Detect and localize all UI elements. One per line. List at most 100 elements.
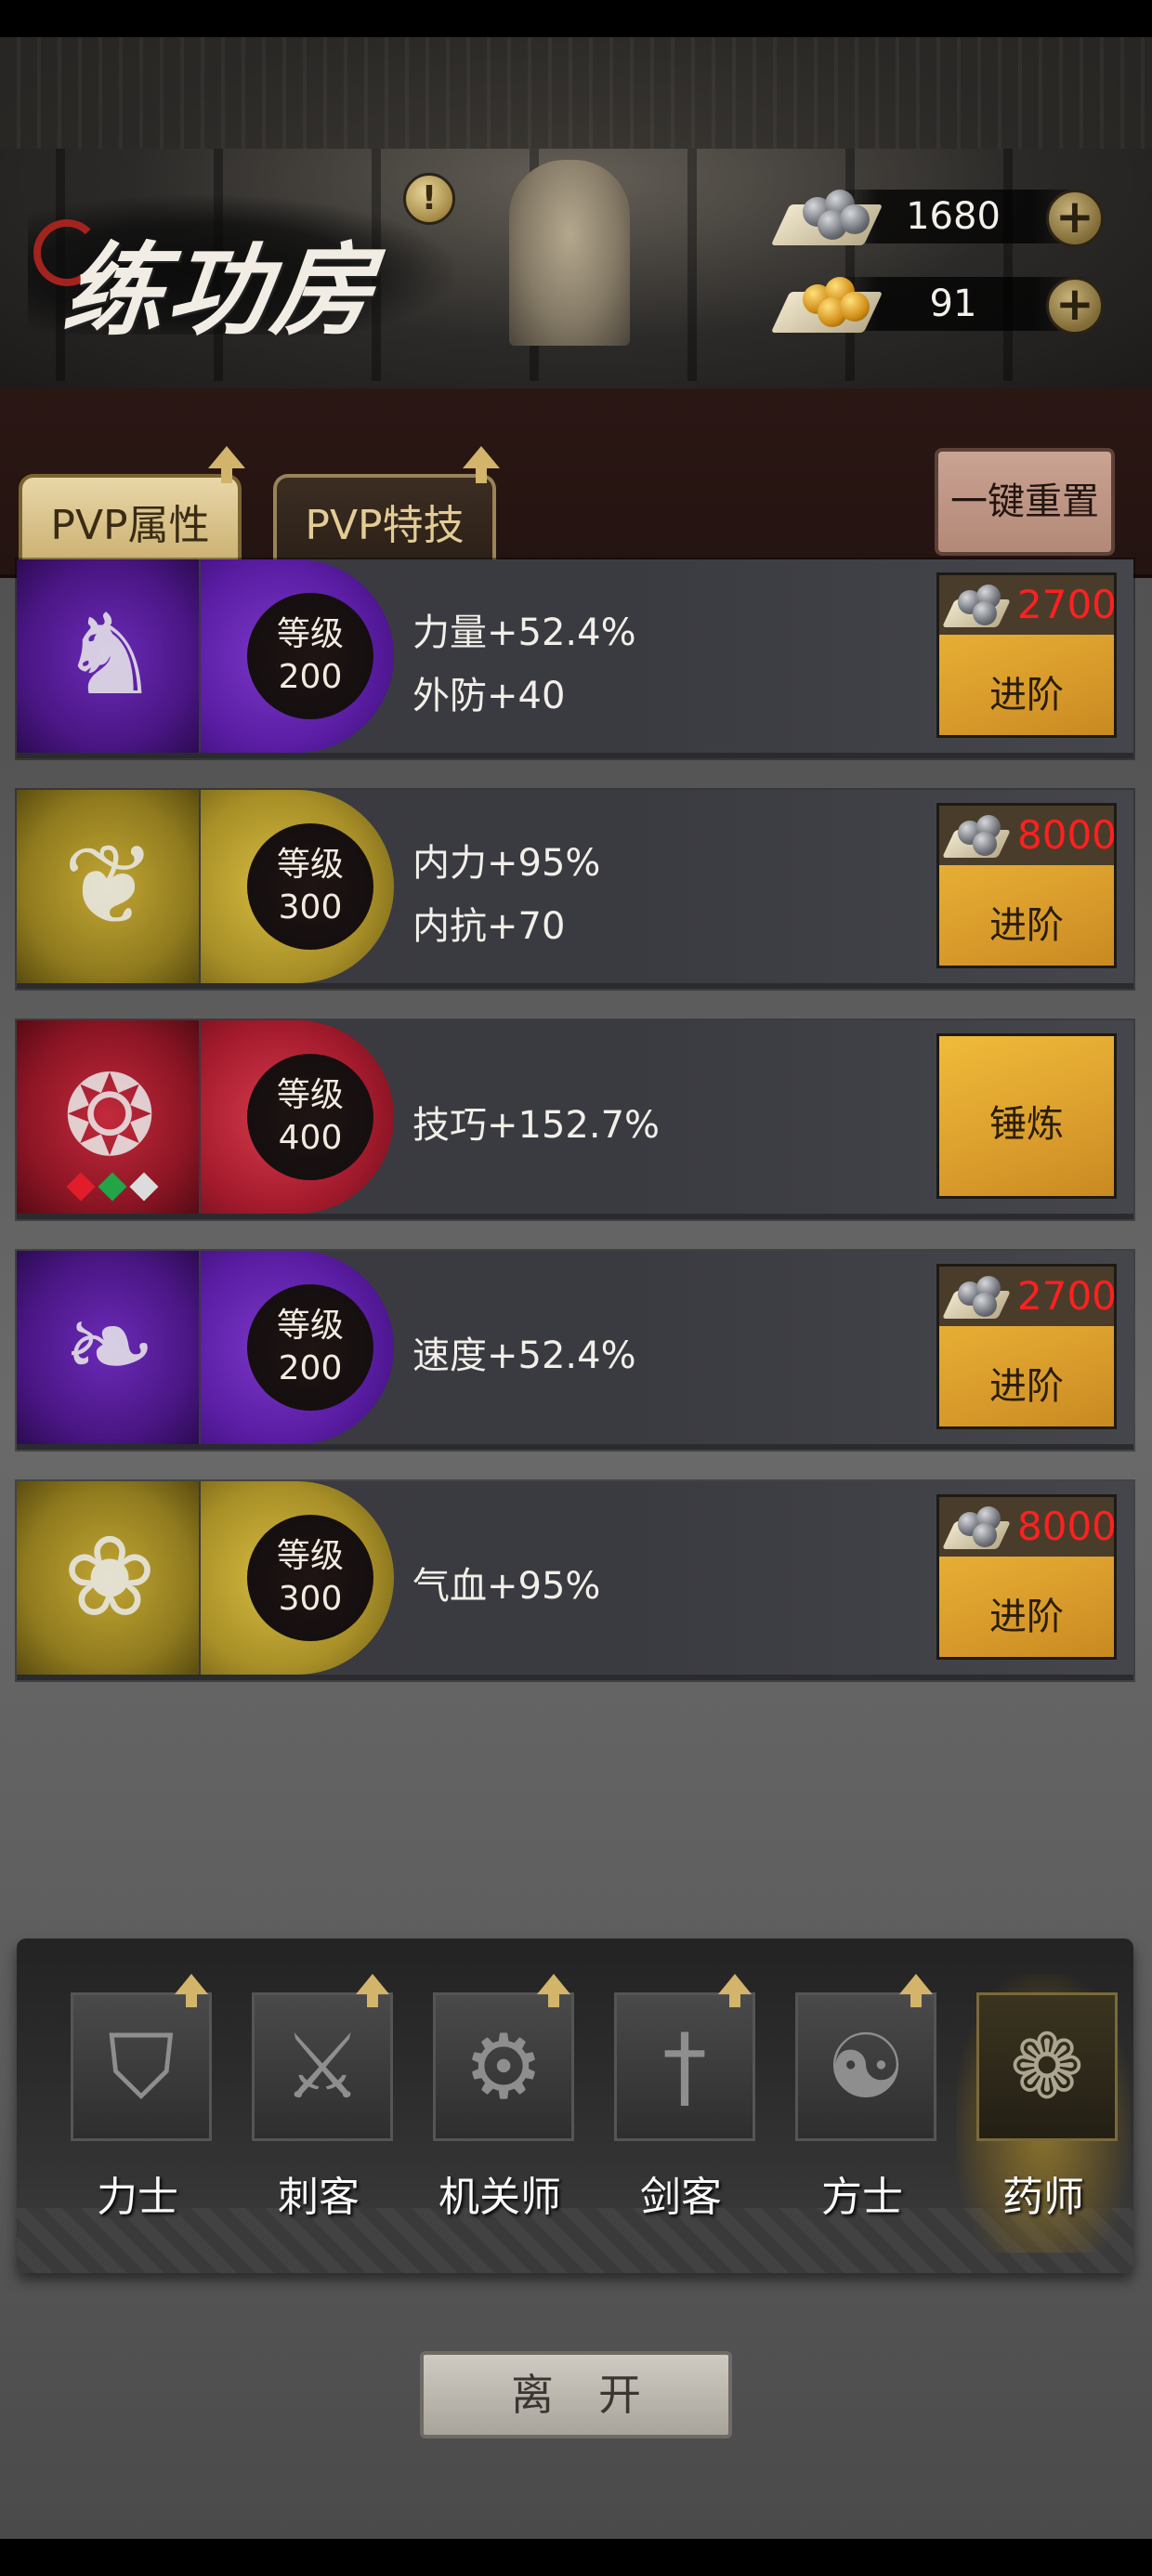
class-lishi[interactable]: ⛉ 力士 (50, 1974, 225, 2253)
temper-button[interactable]: 锤炼 (936, 1033, 1117, 1199)
qilin-emblem-icon: ❀ (17, 1481, 199, 1675)
tiger-emblem-icon: ❂ (17, 1020, 199, 1214)
dagger-icon: ⚔ (252, 1992, 393, 2141)
upgrade-arrow-icon (718, 1974, 752, 2007)
advance-label: 进阶 (989, 1365, 1064, 1408)
hall-roof (0, 37, 1152, 149)
class-name: 刺客 (278, 2174, 360, 2221)
advance-label: 进阶 (989, 904, 1064, 947)
attribute-row-speed: ❧ 等级 200 速度+52.4% 2700 进阶 (17, 1251, 1133, 1450)
level-medal: 等级 300 (201, 790, 394, 983)
stat-line: 外防+40 (412, 675, 566, 717)
cost-display: 8000 (939, 1497, 1117, 1557)
class-name: 剑客 (640, 2174, 722, 2221)
level-label: 等级 (276, 1076, 344, 1114)
class-name: 机关师 (439, 2174, 561, 2221)
tab-bar: PVP属性 PVP特技 一键重置 (0, 388, 1152, 578)
tab-pvp-attributes[interactable]: PVP属性 (19, 446, 245, 571)
stat-line: 内力+95% (412, 842, 601, 885)
cost-display: 2700 (939, 575, 1117, 635)
page-title: 练功房 (28, 177, 455, 349)
level-label: 等级 (276, 615, 344, 653)
white-gem-icon (129, 1172, 159, 1202)
sword-icon: † (614, 1992, 755, 2141)
advance-label: 进阶 (989, 674, 1064, 716)
upgrade-arrow-icon (899, 1974, 933, 2007)
tab-label: PVP属性 (50, 502, 210, 549)
cost-display: 2700 (939, 1267, 1117, 1326)
tab-pvp-skills[interactable]: PVP特技 (273, 446, 500, 571)
cost-display: 8000 (939, 806, 1117, 865)
silver-ingot-icon (942, 1268, 1014, 1324)
one-click-reset-button[interactable]: 一键重置 (935, 448, 1115, 556)
add-silver-button[interactable]: + (1046, 190, 1104, 247)
silver-ingot-icon (942, 1499, 1014, 1555)
gold-ingot-icon (770, 266, 884, 338)
stat-list: 气血+95% (394, 1481, 914, 1675)
stat-list: 技巧+152.7% (394, 1020, 914, 1214)
advance-label: 进阶 (989, 1596, 1064, 1638)
gold-currency: 91 + (770, 266, 1111, 338)
level-medal: 等级 400 (201, 1020, 394, 1214)
class-jianke[interactable]: † 剑客 (594, 1974, 768, 2253)
class-fangshi[interactable]: ☯ 方士 (775, 1974, 949, 2253)
class-yaoshi[interactable]: ❁ 药师 (956, 1974, 1131, 2253)
header-banner: 练功房 ! 1680 + 91 + (0, 37, 1152, 388)
silver-amount: 1680 (906, 195, 1001, 238)
silver-currency: 1680 + (770, 178, 1111, 251)
tab-label: PVP特技 (305, 502, 465, 549)
green-gem-icon (98, 1172, 127, 1202)
attribute-row-strength: ♞ 等级 200 力量+52.4% 外防+40 2700 进阶 (17, 559, 1133, 758)
level-value: 200 (278, 1349, 343, 1387)
dragon-emblem-icon: ♞ (17, 559, 199, 753)
helmet-icon: ⛉ (71, 1992, 212, 2141)
class-jiguanshi[interactable]: ⚙ 机关师 (412, 1974, 587, 2253)
level-value: 300 (278, 888, 343, 927)
advance-button[interactable]: 2700 进阶 (936, 1264, 1117, 1429)
add-gold-button[interactable]: + (1046, 277, 1104, 335)
stat-line: 技巧+152.7% (412, 1104, 661, 1147)
cloud-beast-icon: ❁ (976, 1992, 1118, 2141)
phoenix-emblem-icon: ❦ (17, 790, 199, 983)
class-name: 药师 (1002, 2174, 1084, 2221)
stat-line: 内抗+70 (412, 905, 566, 948)
level-medal: 等级 200 (201, 1251, 394, 1444)
stat-line: 气血+95% (412, 1565, 601, 1608)
gem-slots (66, 1172, 178, 1204)
upgrade-arrow-icon (537, 1974, 570, 2007)
cost-amount: 2700 (1017, 1273, 1117, 1319)
level-value: 400 (278, 1119, 343, 1157)
attribute-row-skill: ❂ 等级 400 技巧+152.7% 锤炼 (17, 1020, 1133, 1219)
stat-list: 速度+52.4% (394, 1251, 914, 1444)
class-selector: ⛉ 力士 ⚔ 刺客 ⚙ 机关师 † 剑客 ☯ 方士 ❁ 药师 (17, 1939, 1133, 2273)
upgrade-arrow-icon (356, 1974, 389, 2007)
yin-yang-icon: ☯ (795, 1992, 936, 2141)
gold-amount: 91 (929, 283, 977, 325)
upgrade-arrow-icon (208, 446, 245, 483)
class-name: 力士 (97, 2174, 178, 2221)
silver-ingot-icon (942, 577, 1014, 633)
cost-amount: 8000 (1017, 1504, 1117, 1549)
upgrade-arrow-icon (463, 446, 500, 483)
cost-amount: 8000 (1017, 812, 1117, 858)
level-value: 200 (278, 658, 343, 696)
temper-label: 锤炼 (989, 1103, 1064, 1146)
advance-button[interactable]: 8000 进阶 (936, 803, 1117, 968)
level-medal: 等级 200 (201, 559, 394, 753)
notice-icon[interactable]: ! (403, 173, 455, 225)
advance-button[interactable]: 2700 进阶 (936, 572, 1117, 738)
stat-line: 速度+52.4% (412, 1334, 636, 1377)
silver-ingot-icon (942, 808, 1014, 863)
red-gem-icon (66, 1172, 96, 1202)
class-name: 方士 (821, 2174, 903, 2221)
level-value: 300 (278, 1580, 343, 1618)
stat-line: 力量+52.4% (412, 611, 636, 654)
class-cike[interactable]: ⚔ 刺客 (231, 1974, 406, 2253)
advance-button[interactable]: 8000 进阶 (936, 1494, 1117, 1660)
cost-amount: 2700 (1017, 582, 1117, 627)
hall-door-shrine (509, 160, 630, 346)
leave-button[interactable]: 离开 (420, 2351, 732, 2438)
stat-list: 内力+95% 内抗+70 (394, 790, 914, 983)
level-label: 等级 (276, 1537, 344, 1575)
beast-emblem-icon: ❧ (17, 1251, 199, 1444)
